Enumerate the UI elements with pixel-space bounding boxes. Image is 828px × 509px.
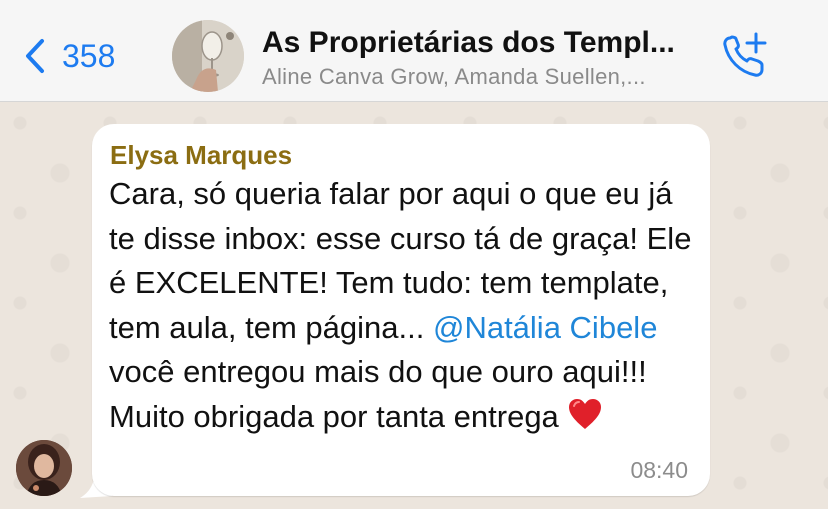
mention-link[interactable]: @Natália Cibele [433, 310, 657, 345]
group-avatar[interactable] [172, 20, 244, 92]
message-bubble[interactable]: Elysa Marques Cara, só queria falar por … [92, 124, 710, 496]
unread-count: 358 [62, 37, 116, 74]
message-text-part: você entregou mais do que ouro aqui!!! M… [109, 354, 647, 434]
group-title[interactable]: As Proprietárias dos Templ... [262, 26, 712, 60]
sender-name[interactable]: Elysa Marques [110, 140, 292, 171]
phone-plus-icon [723, 32, 767, 77]
chat-header: 358 As Proprietárias dos Templ... Aline … [0, 0, 828, 102]
message-text: Cara, só queria falar por aqui o que eu … [109, 172, 699, 439]
add-call-button[interactable] [720, 30, 770, 80]
heart-emoji-icon [569, 398, 602, 429]
group-participants[interactable]: Aline Canva Grow, Amanda Suellen,... [262, 64, 712, 90]
message-time: 08:40 [630, 457, 688, 483]
back-button[interactable]: 358 [22, 32, 115, 80]
sender-avatar[interactable] [16, 440, 72, 496]
chevron-left-icon [26, 39, 44, 73]
